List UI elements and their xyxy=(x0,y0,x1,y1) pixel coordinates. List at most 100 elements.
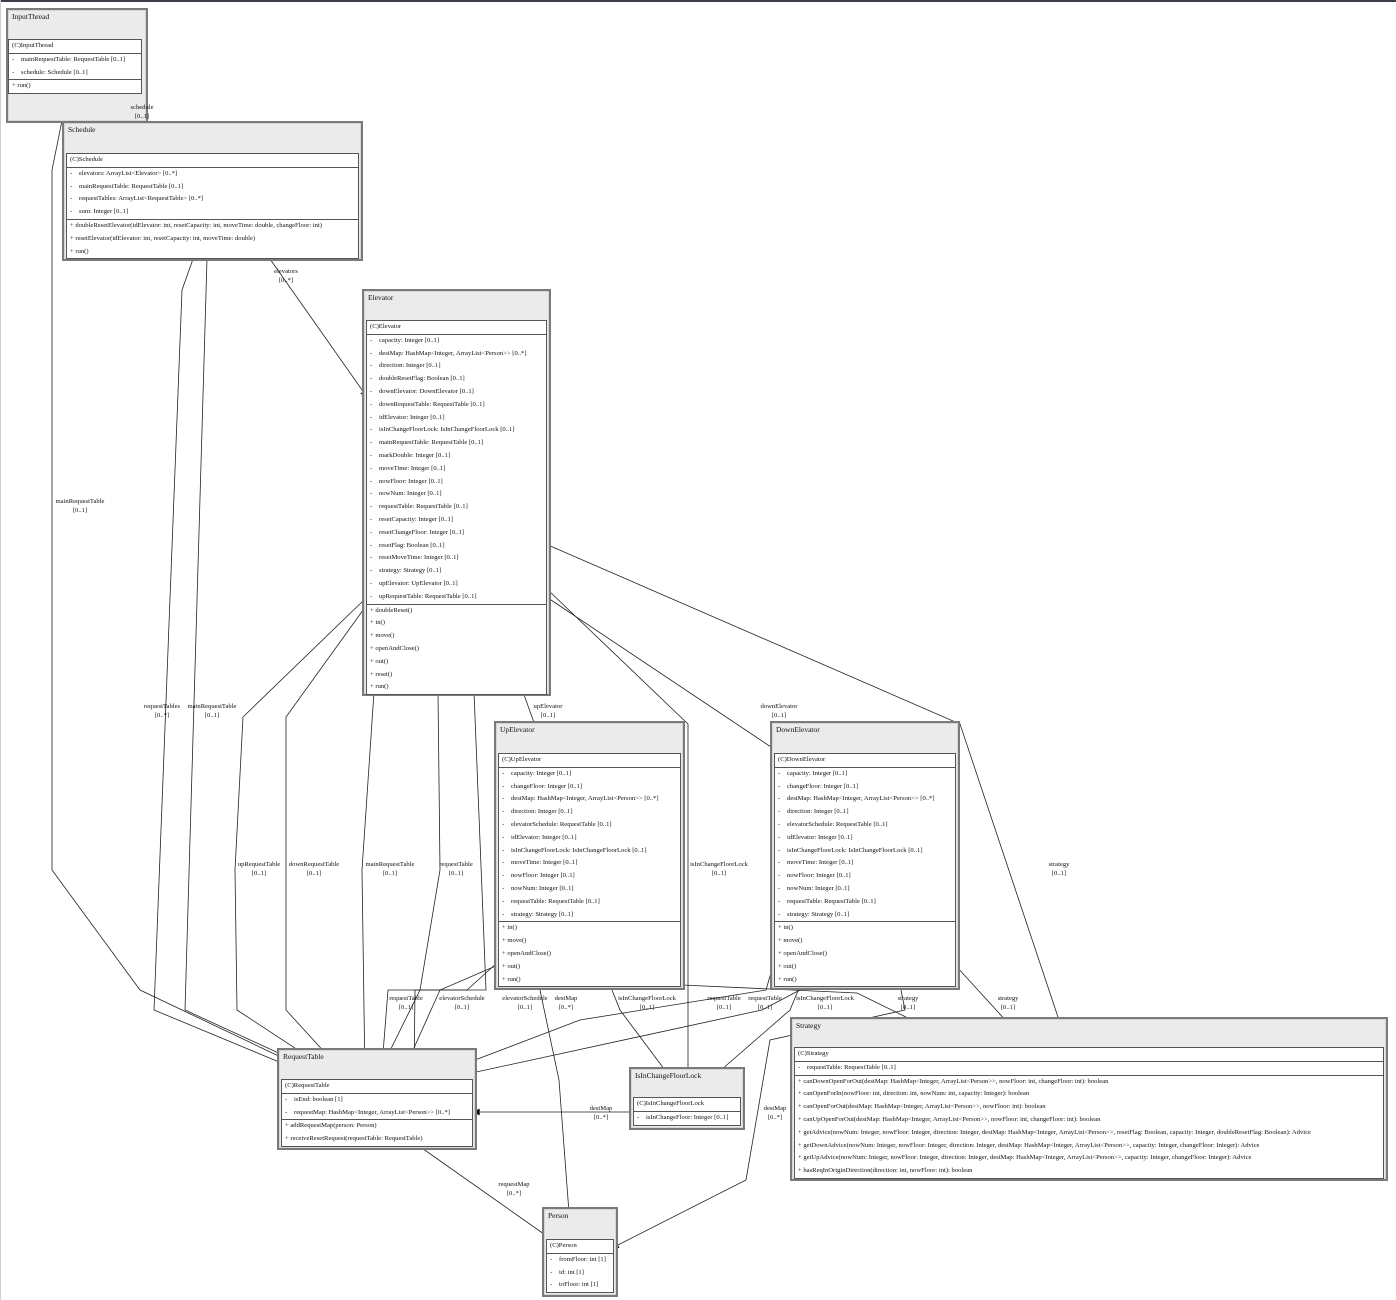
association-request-tables[interactable] xyxy=(153,258,321,1080)
class-box-down-elevator[interactable]: (C)DownElevatorcapacity: Integer [0..1]c… xyxy=(774,753,956,988)
operation-row: doubleReset() xyxy=(367,605,546,618)
class-box-schedule[interactable]: (C)Scheduleelevators: ArrayList<Elevator… xyxy=(66,153,359,260)
operation-row: openAndClose() xyxy=(499,948,680,961)
association-elevator-schedule[interactable] xyxy=(410,691,487,1080)
operation-list: addRequestMap(person: Person)receiveRese… xyxy=(282,1120,472,1146)
edge-multiplicity: [0..*] xyxy=(767,1114,783,1121)
attribute-row: requestTable: RequestTable [0..1] xyxy=(367,501,546,514)
operation-row: run() xyxy=(367,681,546,694)
operation-row: run() xyxy=(67,246,358,259)
attribute-list: capacity: Integer [0..1]destMap: HashMap… xyxy=(367,335,546,605)
operation-row: receiveResetRequest(requestTable: Reques… xyxy=(282,1133,472,1146)
attribute-row: downRequestTable: RequestTable [0..1] xyxy=(367,399,546,412)
edge-role: downRequestTable xyxy=(288,861,340,868)
attribute-row: destMap: HashMap<Integer, ArrayList<Pers… xyxy=(775,793,955,806)
edge-multiplicity: [0..*] xyxy=(506,1190,522,1197)
class-box-person[interactable]: (C)PersonfromFloor: int [1]id: int [1]to… xyxy=(546,1239,614,1294)
edge-multiplicity: [0..1] xyxy=(1000,1004,1016,1011)
edge-multiplicity: [0..*] xyxy=(558,1004,574,1011)
edge-role: requestTable xyxy=(707,995,741,1002)
edge-role: mainRequestTable xyxy=(365,861,415,868)
association-main-request-table[interactable] xyxy=(361,691,375,1080)
attribute-row: strategy: Strategy [0..1] xyxy=(775,909,955,922)
package-title: Elevator xyxy=(368,293,394,302)
edge-label-up-elevator: upElevator [0..1] xyxy=(534,702,563,720)
attribute-row: requestTables: ArrayList<RequestTable> [… xyxy=(67,193,358,206)
edge-label-main-request-table: mainRequestTable [0..1] xyxy=(56,497,105,515)
edge-role: schedule xyxy=(130,104,154,111)
attribute-list: fromFloor: int [1]id: int [1]toFloor: in… xyxy=(547,1254,613,1292)
attribute-row: idElevator: Integer [0..1] xyxy=(775,832,955,845)
operation-row: in() xyxy=(499,922,680,935)
attribute-list: isInChangeFloor: Integer [0..1] xyxy=(634,1112,740,1125)
association-main-request-table[interactable] xyxy=(184,258,336,1080)
operation-row: doubleResetElevator(idElevator: int, res… xyxy=(67,220,358,233)
class-box-elevator[interactable]: (C)Elevatorcapacity: Integer [0..1]destM… xyxy=(366,320,547,696)
attribute-list: capacity: Integer [0..1]changeFloor: Int… xyxy=(775,768,955,923)
attribute-row: isInChangeFloorLock: IsInChangeFloorLock… xyxy=(499,845,680,858)
operation-list: doubleResetElevator(idElevator: int, res… xyxy=(67,220,358,258)
operation-row: run() xyxy=(9,80,141,93)
class-box-up-elevator[interactable]: (C)UpElevatorcapacity: Integer [0..1]cha… xyxy=(498,753,681,988)
operation-row: run() xyxy=(499,974,680,987)
package-title: RequestTable xyxy=(283,1052,324,1061)
attribute-list: mainRequestTable: RequestTable [0..1]sch… xyxy=(9,54,141,81)
attribute-row: direction: Integer [0..1] xyxy=(367,360,546,373)
edge-role: strategy xyxy=(897,995,919,1002)
class-box-request-table[interactable]: (C)RequestTableisEnd: boolean [1]request… xyxy=(281,1079,473,1147)
attribute-row: idElevator: Integer [0..1] xyxy=(499,832,680,845)
edge-role: strategy xyxy=(997,995,1019,1002)
edge-label-strategy: strategy [0..1] xyxy=(1049,860,1070,878)
attribute-row: resetChangeFloor: Integer [0..1] xyxy=(367,527,546,540)
operation-row: in() xyxy=(775,922,955,935)
association-up-request-table[interactable] xyxy=(234,597,367,1080)
attribute-row: mainRequestTable: RequestTable [0..1] xyxy=(9,54,141,67)
edge-label-dest-map: destMap [0..*] xyxy=(764,1104,787,1122)
edge-role: isInChangeFloorLock xyxy=(618,995,676,1002)
edge-label-up-request-table: upRequestTable [0..1] xyxy=(238,860,280,878)
attribute-row: id: int [1] xyxy=(547,1267,613,1280)
class-box-is-in-change-floor-lock[interactable]: (C)IsInChangeFloorLockisInChangeFloor: I… xyxy=(633,1097,741,1126)
attribute-row: moveTime: Integer [0..1] xyxy=(367,463,546,476)
edge-role: destMap xyxy=(554,995,578,1002)
association-down-request-table[interactable] xyxy=(285,605,367,1080)
attribute-list: requestTable: RequestTable [0..1] xyxy=(795,1062,1383,1076)
edge-label-dest-map: destMap [0..*] xyxy=(555,994,578,1012)
edge-label-request-table: requestTable [0..1] xyxy=(707,994,741,1012)
package-title: InputThread xyxy=(12,12,50,21)
attribute-row: destMap: HashMap<Integer, ArrayList<Pers… xyxy=(367,348,546,361)
class-box-input-thread[interactable]: (C)InputThreadmainRequestTable: RequestT… xyxy=(8,39,142,95)
edge-multiplicity: [0..1] xyxy=(204,712,220,719)
attribute-row: resetCapacity: Integer [0..1] xyxy=(367,514,546,527)
edge-label-strategy: strategy [0..1] xyxy=(898,994,919,1012)
operation-row: out() xyxy=(499,961,680,974)
attribute-row: nowFloor: Integer [0..1] xyxy=(367,476,546,489)
package-title: Person xyxy=(548,1211,569,1220)
package-title: DownElevator xyxy=(776,725,820,734)
attribute-row: elevatorSchedule: RequestTable [0..1] xyxy=(775,819,955,832)
class-name: (C)IsInChangeFloorLock xyxy=(634,1098,740,1112)
operation-row: getUpAdvice(nowNum: Integer, nowFloor: I… xyxy=(795,1152,1383,1165)
edge-label-dest-map: destMap [0..*] xyxy=(590,1104,613,1122)
edge-multiplicity: [0..1] xyxy=(639,1004,655,1011)
attribute-row: nowNum: Integer [0..1] xyxy=(775,883,955,896)
edge-role: upElevator xyxy=(533,703,563,710)
edge-multiplicity: [0..1] xyxy=(517,1004,533,1011)
operation-list: in()move()openAndClose()out()run() xyxy=(775,922,955,986)
association-request-map[interactable] xyxy=(418,1145,552,1240)
edge-role: isInChangeFloorLock xyxy=(796,995,854,1002)
class-name: (C)Person xyxy=(547,1240,613,1254)
operation-row: getDownAdvice(nowNum: Integer, nowFloor:… xyxy=(795,1140,1383,1153)
edge-role: elevatorSchedule xyxy=(502,995,548,1002)
class-box-strategy[interactable]: (C)StrategyrequestTable: RequestTable [0… xyxy=(794,1047,1384,1179)
edge-label-elevator-schedule: elevatorSchedule [0..1] xyxy=(439,994,484,1012)
edge-role: downElevator xyxy=(760,703,798,710)
operation-row: out() xyxy=(367,656,546,669)
association-dest-map[interactable] xyxy=(539,989,574,1240)
edge-multiplicity: [0..1] xyxy=(382,870,398,877)
edge-label-main-request-table: mainRequestTable [0..1] xyxy=(188,702,237,720)
class-name: (C)Schedule xyxy=(67,154,358,168)
edge-multiplicity: [0..1] xyxy=(757,1004,773,1011)
edge-multiplicity: [0..1] xyxy=(711,870,727,877)
class-name: (C)Elevator xyxy=(367,321,546,335)
